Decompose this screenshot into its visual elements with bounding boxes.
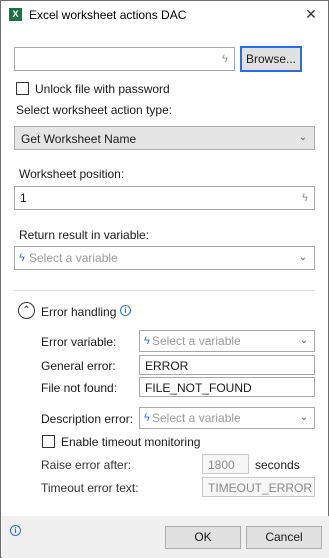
error-variable-label: Error variable: — [41, 335, 117, 349]
cancel-button[interactable]: Cancel — [246, 526, 322, 549]
general-error-label: General error: — [41, 359, 116, 373]
collapse-icon[interactable]: ⌃ — [18, 302, 35, 319]
error-handling-label: Error handling — [41, 305, 117, 319]
excel-app-icon: X — [9, 8, 22, 21]
general-error-input[interactable]: ERROR — [139, 355, 315, 375]
close-icon: ✕ — [305, 6, 317, 22]
lightning-icon: ϟ — [144, 412, 150, 424]
timeout-checkbox[interactable] — [42, 435, 55, 448]
timeout-label: Enable timeout monitoring — [61, 435, 201, 449]
description-error-label: Description error: — [41, 412, 134, 426]
return-variable-placeholder: Select a variable — [29, 251, 118, 265]
worksheet-position-label: Worksheet position: — [19, 167, 125, 181]
close-button[interactable]: ✕ — [300, 4, 322, 24]
raise-after-unit: seconds — [255, 458, 300, 472]
raise-after-label: Raise error after: — [41, 458, 132, 472]
dialog-footer: i OK Cancel — [2, 516, 329, 558]
worksheet-position-value: 1 — [20, 191, 27, 205]
section-divider — [14, 290, 315, 291]
error-variable-select[interactable]: ϟ Select a variable ⌄ — [139, 330, 315, 352]
file-not-found-input[interactable]: FILE_NOT_FOUND — [139, 377, 315, 397]
raise-after-value: 1800 — [208, 458, 235, 472]
title-bar: X Excel worksheet actions DAC ✕ — [1, 1, 328, 30]
lightning-icon: ϟ — [144, 335, 150, 347]
chevron-down-icon: ⌄ — [299, 412, 309, 423]
timeout-text-label: Timeout error text: — [41, 481, 139, 495]
chevron-down-icon: ⌄ — [298, 252, 308, 263]
info-icon[interactable]: i — [120, 305, 131, 316]
description-error-select[interactable]: ϟ Select a variable ⌄ — [139, 407, 315, 429]
unlock-checkbox[interactable] — [16, 82, 29, 95]
timeout-text-value: TIMEOUT_ERROR — [208, 481, 313, 495]
return-result-label: Return result in variable: — [19, 228, 150, 242]
dialog-window: X Excel worksheet actions DAC ✕ ϟ Browse… — [0, 0, 329, 558]
general-error-value: ERROR — [145, 359, 189, 373]
error-variable-placeholder: Select a variable — [152, 334, 241, 348]
help-info-icon[interactable]: i — [10, 525, 21, 536]
worksheet-position-input[interactable]: 1 ϟ — [14, 186, 315, 210]
return-variable-select[interactable]: ϟ Select a variable ⌄ — [14, 246, 315, 270]
lightning-icon: ϟ — [19, 252, 25, 264]
ok-button[interactable]: OK — [165, 526, 241, 549]
raise-after-input[interactable]: 1800 — [202, 454, 249, 474]
browse-button[interactable]: Browse... — [240, 46, 302, 72]
action-type-select[interactable]: Get Worksheet Name ⌄ — [14, 126, 315, 150]
lightning-icon: ϟ — [302, 192, 308, 204]
file-not-found-value: FILE_NOT_FOUND — [145, 381, 252, 395]
timeout-text-input[interactable]: TIMEOUT_ERROR — [202, 477, 315, 497]
unlock-label: Unlock file with password — [35, 82, 170, 96]
action-type-label: Select worksheet action type: — [16, 103, 173, 117]
chevron-down-icon: ⌄ — [299, 335, 309, 346]
file-not-found-label: File not found: — [41, 381, 118, 395]
chevron-down-icon: ⌄ — [298, 132, 308, 143]
file-path-input[interactable]: ϟ — [14, 47, 235, 71]
lightning-icon: ϟ — [222, 53, 228, 65]
action-type-value: Get Worksheet Name — [21, 132, 137, 146]
description-error-placeholder: Select a variable — [152, 411, 241, 425]
window-title: Excel worksheet actions DAC — [29, 8, 187, 22]
